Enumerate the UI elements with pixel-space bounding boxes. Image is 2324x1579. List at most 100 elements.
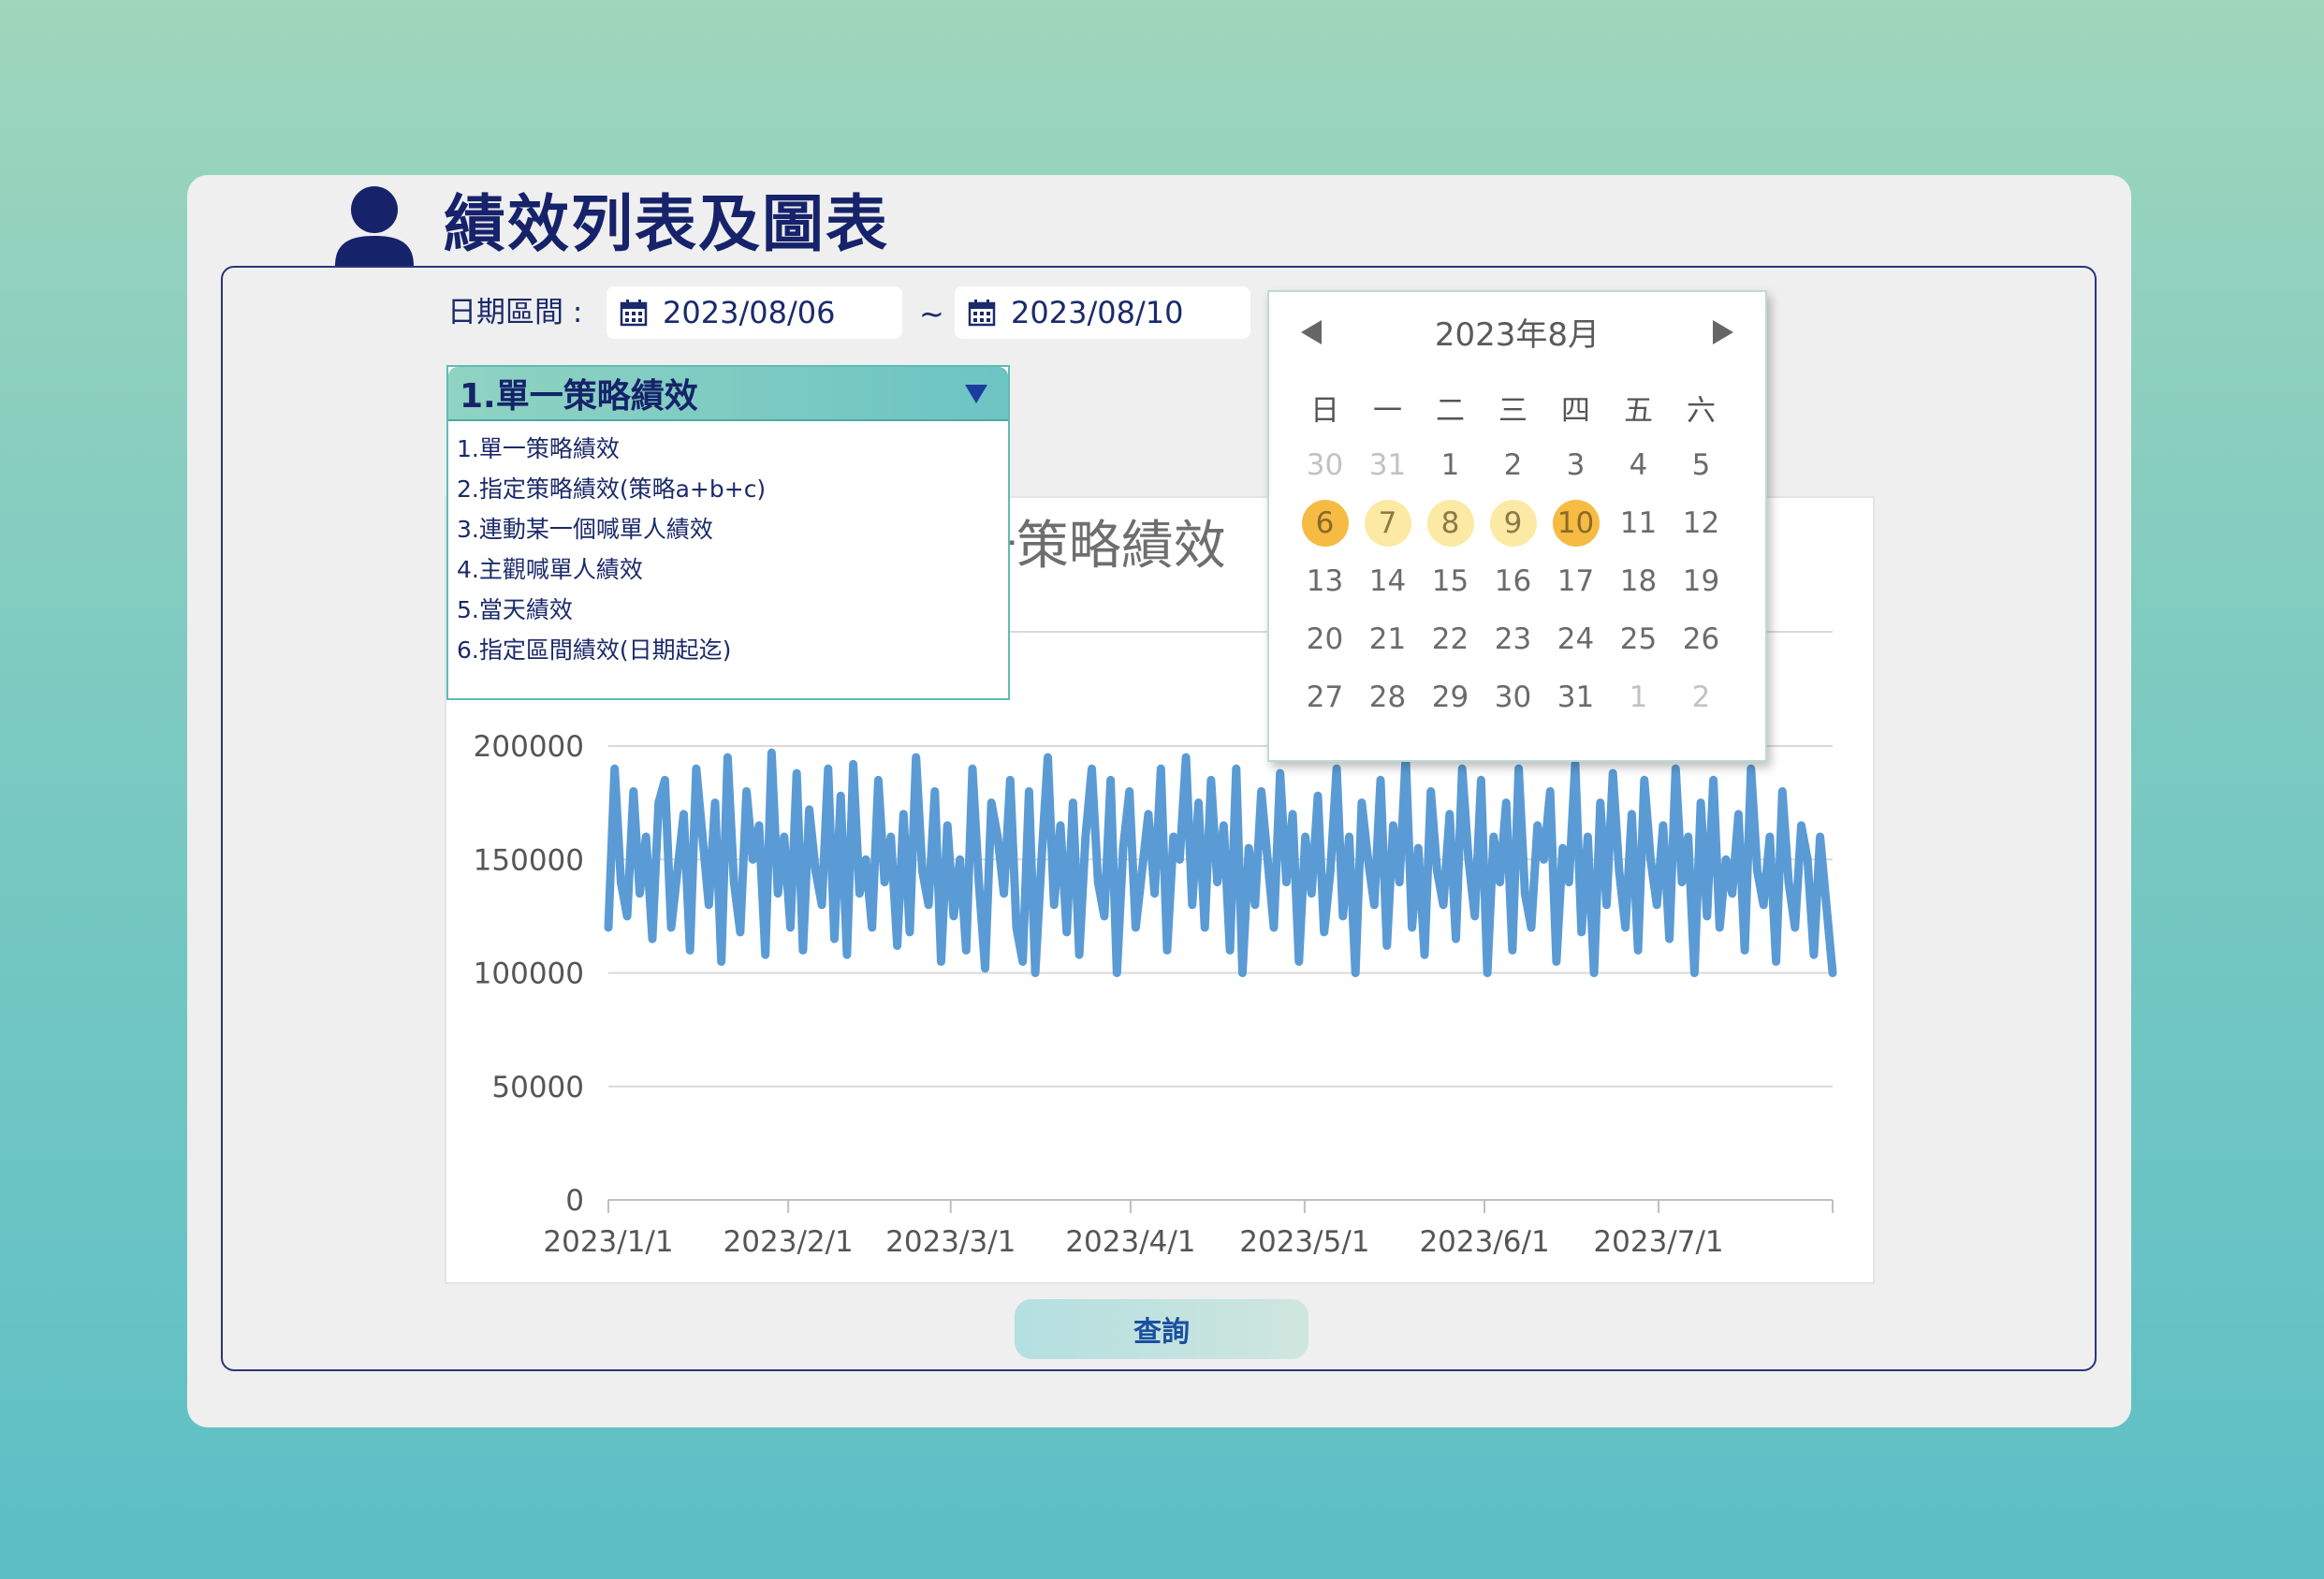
- calendar-icon: [620, 300, 648, 327]
- y-tick-label: 150000: [474, 843, 584, 877]
- calendar-day[interactable]: 16: [1482, 552, 1544, 610]
- calendar-day[interactable]: 12: [1670, 494, 1732, 552]
- strategy-option[interactable]: 4.主觀喊單人績效: [448, 549, 1008, 590]
- calendar-day-number: 17: [1557, 564, 1595, 598]
- calendar-day[interactable]: 6: [1294, 494, 1356, 552]
- calendar-day[interactable]: 25: [1607, 610, 1670, 668]
- calendar-day-number: 2: [1691, 680, 1711, 714]
- calendar-day-number: 20: [1306, 622, 1344, 656]
- date-range-label: 日期區間 :: [447, 296, 583, 329]
- x-tick-label: 2023/3/1: [885, 1225, 1016, 1259]
- start-date-field[interactable]: 2023/08/06: [607, 286, 902, 339]
- calendar-day-number: 23: [1494, 622, 1532, 656]
- calendar-day[interactable]: 19: [1670, 552, 1732, 610]
- calendar-day[interactable]: 11: [1607, 494, 1670, 552]
- calendar-day[interactable]: 14: [1356, 552, 1419, 610]
- calendar-day-number: 5: [1691, 448, 1711, 482]
- date-separator: ~: [919, 296, 944, 331]
- calendar-day[interactable]: 2: [1670, 668, 1732, 726]
- strategy-selected-value: 1.單一策略績效: [460, 377, 698, 416]
- y-tick-label: 200000: [474, 730, 584, 764]
- calendar-day[interactable]: 20: [1294, 610, 1356, 668]
- date-picker-popup: 2023年8月 日一二三四五六 30 31 1 2 3 4 5 6 7 8 9 10 11 12 13 14 15…: [1267, 290, 1767, 762]
- calendar-day-number: 7: [1364, 500, 1411, 547]
- calendar-day[interactable]: 13: [1294, 552, 1356, 610]
- calendar-day-number: 1: [1629, 680, 1648, 714]
- calendar-day-number: 29: [1431, 680, 1469, 714]
- query-button[interactable]: 查詢: [1015, 1299, 1308, 1359]
- weekday-header: 日: [1310, 393, 1339, 428]
- calendar-day[interactable]: 30: [1482, 668, 1544, 726]
- calendar-day-number: 6: [1301, 500, 1349, 547]
- end-date-value: 2023/08/10: [1011, 295, 1184, 330]
- calendar-day-number: 9: [1489, 500, 1537, 547]
- strategy-option[interactable]: 6.指定區間績效(日期起迄): [448, 630, 1008, 670]
- strategy-option[interactable]: 2.指定策略績效(策略a+b+c): [448, 469, 1008, 509]
- calendar-day[interactable]: 1: [1419, 436, 1482, 494]
- calendar-day-number: 8: [1426, 500, 1474, 547]
- calendar-day-number: 21: [1368, 622, 1407, 656]
- series-line: [604, 748, 1837, 977]
- calendar-day[interactable]: 5: [1670, 436, 1732, 494]
- calendar-day-number: 14: [1368, 564, 1407, 598]
- calendar-day[interactable]: 15: [1419, 552, 1482, 610]
- calendar-day-number: 3: [1566, 448, 1586, 482]
- calendar-month-title: 2023年8月: [1434, 316, 1600, 354]
- end-date-field[interactable]: 2023/08/10: [955, 286, 1250, 339]
- x-tick-label: 2023/4/1: [1065, 1225, 1195, 1259]
- weekday-header: 五: [1624, 393, 1653, 428]
- calendar-day[interactable]: 29: [1419, 668, 1482, 726]
- calendar-day[interactable]: 3: [1544, 436, 1607, 494]
- calendar-day-number: 28: [1368, 680, 1407, 714]
- calendar-day-number: 16: [1494, 564, 1532, 598]
- calendar-day[interactable]: 18: [1607, 552, 1670, 610]
- calendar-day[interactable]: 26: [1670, 610, 1732, 668]
- calendar-day-number: 10: [1552, 500, 1600, 547]
- calendar-day-number: 27: [1306, 680, 1344, 714]
- y-tick-label: 100000: [474, 958, 584, 991]
- calendar-day[interactable]: 1: [1607, 668, 1670, 726]
- y-tick-label: 0: [565, 1184, 584, 1218]
- strategy-option[interactable]: 1.單一策略績效: [448, 429, 1008, 469]
- calendar-day[interactable]: 31: [1356, 436, 1419, 494]
- calendar-day-number: 19: [1682, 564, 1720, 598]
- next-month-icon[interactable]: [1713, 320, 1733, 344]
- weekday-header: 二: [1436, 393, 1465, 428]
- calendar-day-number: 4: [1629, 448, 1648, 482]
- calendar-day[interactable]: 21: [1356, 610, 1419, 668]
- calendar-day-number: 15: [1431, 564, 1469, 598]
- calendar-day[interactable]: 28: [1356, 668, 1419, 726]
- strategy-option[interactable]: 3.連動某一個喊單人績效: [448, 509, 1008, 549]
- x-tick-label: 2023/5/1: [1239, 1225, 1369, 1259]
- calendar-day[interactable]: 30: [1294, 436, 1356, 494]
- calendar-day-number: 31: [1557, 680, 1595, 714]
- calendar-day[interactable]: 9: [1482, 494, 1544, 552]
- strategy-dropdown-toggle[interactable]: 1.單一策略績效: [448, 367, 1008, 421]
- calendar-day[interactable]: 17: [1544, 552, 1607, 610]
- weekday-header: 一: [1373, 393, 1402, 428]
- strategy-dropdown[interactable]: 1.單一策略績效 1.單一策略績效 2.指定策略績效(策略a+b+c) 3.連動某一…: [446, 365, 1010, 700]
- calendar-day-number: 1: [1440, 448, 1460, 482]
- calendar-day-number: 30: [1306, 448, 1344, 482]
- calendar-day-number: 12: [1682, 506, 1720, 540]
- triangle-down-icon[interactable]: [965, 385, 987, 403]
- calendar-day[interactable]: 7: [1356, 494, 1419, 552]
- calendar-day[interactable]: 8: [1419, 494, 1482, 552]
- calendar-day[interactable]: 10: [1544, 494, 1607, 552]
- calendar-day-number: 2: [1503, 448, 1523, 482]
- calendar-day[interactable]: 2: [1482, 436, 1544, 494]
- x-tick-label: 2023/7/1: [1593, 1225, 1723, 1259]
- calendar-icon: [968, 300, 996, 327]
- calendar-day[interactable]: 24: [1544, 610, 1607, 668]
- strategy-option[interactable]: 5.當天績效: [448, 590, 1008, 630]
- x-tick-label: 2023/6/1: [1419, 1225, 1549, 1259]
- calendar-day[interactable]: 4: [1607, 436, 1670, 494]
- y-tick-label: 50000: [491, 1071, 584, 1104]
- calendar-day[interactable]: 31: [1544, 668, 1607, 726]
- calendar-day[interactable]: 22: [1419, 610, 1482, 668]
- calendar-day[interactable]: 23: [1482, 610, 1544, 668]
- weekday-header: 四: [1561, 393, 1590, 428]
- start-date-value: 2023/08/06: [663, 295, 836, 330]
- calendar-day[interactable]: 27: [1294, 668, 1356, 726]
- calendar-day-number: 18: [1619, 564, 1658, 598]
